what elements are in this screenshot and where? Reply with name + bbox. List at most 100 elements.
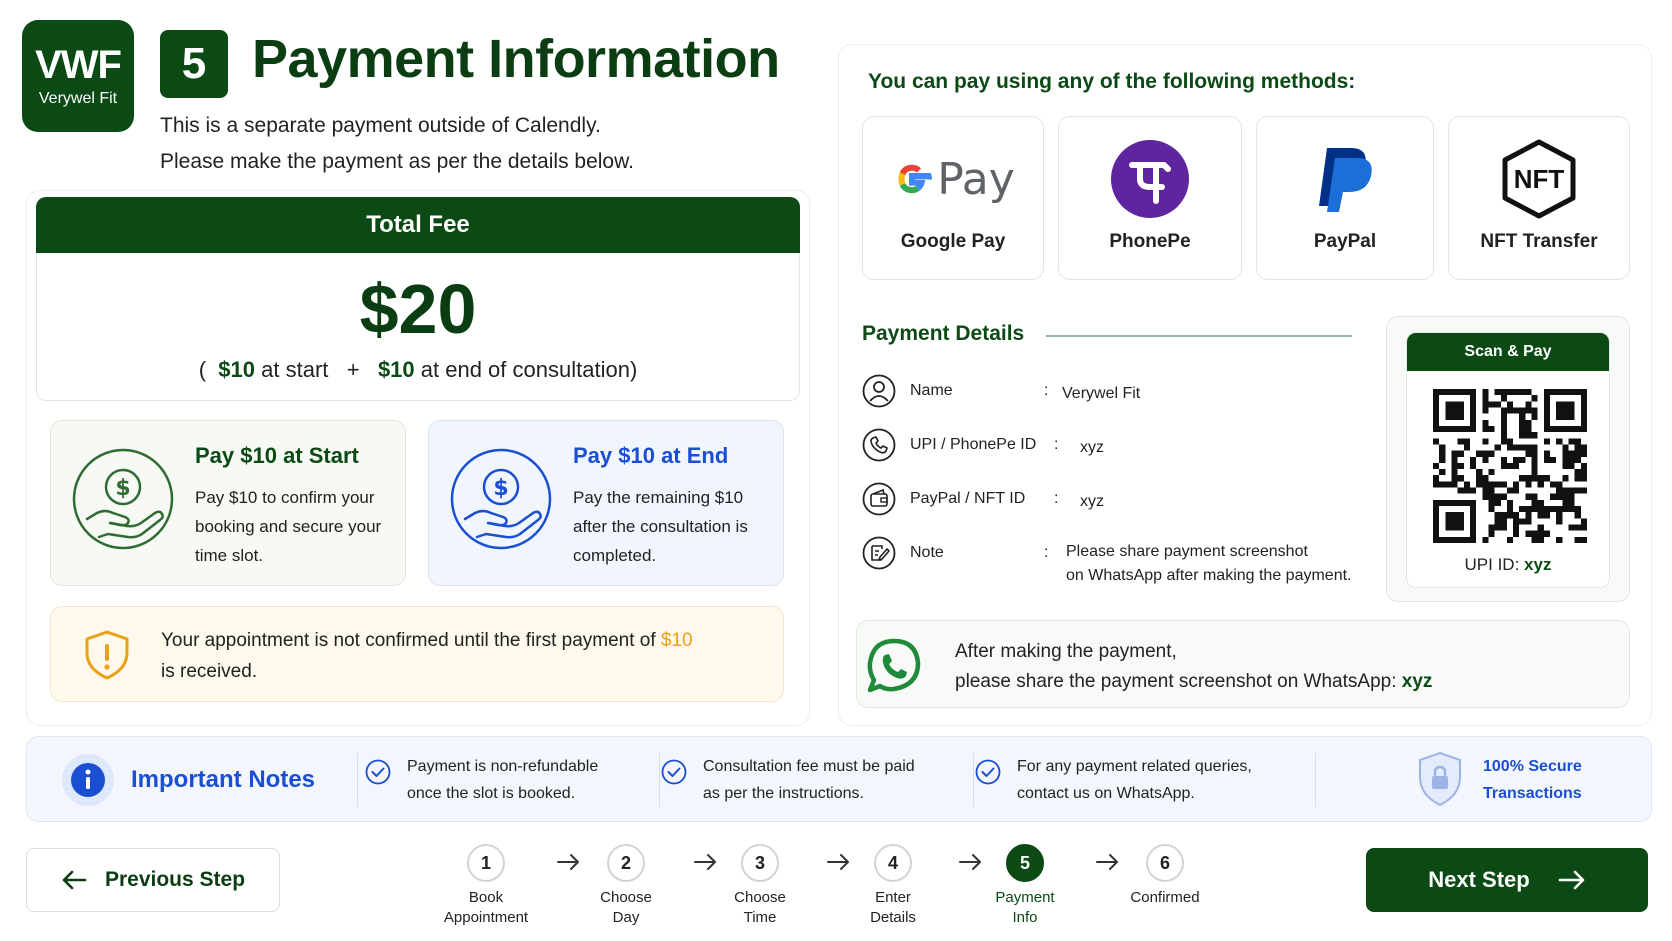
payment-details-title: Payment Details [862, 322, 1025, 345]
note-line-2: on WhatsApp after making the payment. [1066, 567, 1352, 584]
divider [973, 753, 974, 807]
note-item: Payment is non-refundable once the slot … [365, 753, 599, 807]
note-item: Consultation fee must be paid as per the… [661, 753, 915, 807]
info-icon [62, 754, 114, 806]
brand-logo: VWF Verywel Fit [22, 20, 134, 132]
phone-icon [862, 428, 896, 462]
start-text: at start [261, 357, 329, 382]
secure-line-2: Transactions [1483, 785, 1582, 802]
step-4[interactable]: 4 Enter Details [838, 844, 948, 928]
step-label-line-2: Info [1012, 909, 1038, 926]
end-text: at end of consultation [420, 357, 630, 382]
check-circle-icon [365, 759, 391, 785]
step-label-line-2: Appointment [443, 909, 529, 926]
detail-label: UPI / PhonePe ID [910, 436, 1037, 453]
previous-step-button[interactable]: Previous Step [26, 848, 280, 912]
note-line-1: Payment is non-refundable [407, 758, 599, 775]
step-label-line-2: Time [743, 909, 777, 926]
pay-start-title: Pay $10 at Start [195, 443, 359, 468]
google-g-icon [898, 164, 933, 194]
subtitle-line-1: This is a separate payment outside of Ca… [160, 114, 601, 137]
scan-pay-header: Scan & Pay [1407, 333, 1609, 371]
step-2[interactable]: 2 Choose Day [571, 844, 681, 928]
note-line-2: as per the instructions. [703, 785, 864, 802]
method-google-pay[interactable]: Pay Google Pay [862, 116, 1044, 280]
step-label: Payment Info [970, 888, 1080, 928]
pay-end-desc: Pay the remaining $10 after the consulta… [573, 488, 748, 565]
step-6[interactable]: 6 Confirmed [1110, 844, 1220, 908]
user-icon [862, 374, 896, 408]
detail-label: PayPal / NFT ID [910, 490, 1026, 507]
wallet-icon [862, 482, 896, 516]
step-label-line-1: Choose [734, 889, 786, 906]
step-number: 1 [467, 844, 505, 882]
upi-value: xyz [1524, 555, 1552, 574]
whatsapp-banner: After making the payment, please share t… [856, 620, 1630, 708]
step-3[interactable]: 3 Choose Time [705, 844, 815, 928]
upi-label: UPI ID: [1464, 555, 1520, 574]
nft-logo-text: NFT [1513, 163, 1565, 194]
detail-value: xyz [1080, 439, 1104, 456]
svg-text:$: $ [493, 476, 508, 501]
warning-text: Your appointment is not confirmed until … [161, 625, 761, 687]
end-amount: $10 [377, 357, 415, 382]
subtitle-line-2: Please make the payment as per the detai… [160, 150, 634, 173]
step-label-line-1: Book [468, 889, 504, 906]
note-line-2: contact us on WhatsApp. [1017, 785, 1195, 802]
step-arrow-icon [1096, 854, 1118, 870]
note-line-1: Please share payment screenshot [1066, 543, 1308, 560]
step-number: 2 [607, 844, 645, 882]
pay-start-desc: Pay $10 to confirm your booking and secu… [195, 488, 382, 565]
whatsapp-icon[interactable] [861, 633, 927, 699]
google-pay-logo-text: Pay [937, 153, 1015, 205]
note-line-1: Consultation fee must be paid [703, 758, 915, 775]
step-label-line-1: Choose [600, 889, 652, 906]
step-label: Choose Time [705, 888, 815, 928]
next-step-button[interactable]: Next Step [1366, 848, 1648, 912]
confirmation-warning: Your appointment is not confirmed until … [50, 606, 784, 702]
step-label-line-1: Enter [875, 889, 911, 906]
secure-transactions-text: 100% Secure Transactions [1483, 753, 1582, 807]
warning-text-after: is received. [161, 661, 258, 682]
detail-label: Note [910, 544, 944, 561]
step-label: Confirmed [1110, 888, 1220, 908]
page-title: Payment Information [252, 29, 780, 89]
pay-at-start-card: $ Pay $10 at Start Pay $10 to confirm yo… [50, 420, 406, 586]
step-arrow-icon [694, 854, 716, 870]
qr-code[interactable] [1433, 389, 1587, 543]
important-notes-bar: Important Notes Payment is non-refundabl… [26, 736, 1652, 822]
detail-colon: : [1054, 436, 1059, 453]
method-paypal[interactable]: PayPal [1256, 116, 1434, 280]
step-number: 4 [874, 844, 912, 882]
phonepe-icon [1111, 140, 1189, 218]
fee-split: ( $10 at start + $10 at end of consultat… [37, 357, 799, 383]
step-label-line-2: Day [612, 909, 640, 926]
money-hand-icon: $ [72, 448, 174, 550]
total-fee-header: Total Fee [36, 197, 800, 253]
step-label: Choose Day [571, 888, 681, 928]
method-phonepe[interactable]: PhonePe [1058, 116, 1242, 280]
step-arrow-icon [827, 854, 849, 870]
pay-end-title: Pay $10 at End [573, 443, 729, 468]
qr-upi-id: UPI ID: xyz [1407, 555, 1609, 575]
step-1[interactable]: 1 Book Appointment [431, 844, 541, 928]
total-fee-amount: $20 [359, 270, 477, 348]
split-open: ( [198, 357, 207, 382]
step-arrow-icon [557, 854, 579, 870]
method-nft-transfer[interactable]: NFT NFT Transfer [1448, 116, 1630, 280]
logo-initials: VWF [35, 43, 122, 87]
detail-colon: : [1054, 490, 1059, 507]
step-5[interactable]: 5 Payment Info [970, 844, 1080, 928]
arrow-left-icon [62, 870, 87, 890]
detail-value: Verywel Fit [1062, 385, 1141, 402]
previous-step-label: Previous Step [104, 868, 246, 891]
step-number: 3 [741, 844, 779, 882]
step-number: 6 [1146, 844, 1184, 882]
plus-sign: + [346, 357, 360, 382]
detail-value: Please share payment screenshot on Whats… [1066, 540, 1351, 588]
detail-colon: : [1044, 544, 1049, 561]
whatsapp-value: xyz [1401, 671, 1433, 692]
step-label: Enter Details [838, 888, 948, 928]
divider [357, 753, 358, 807]
step-number-badge: 5 [160, 30, 228, 98]
